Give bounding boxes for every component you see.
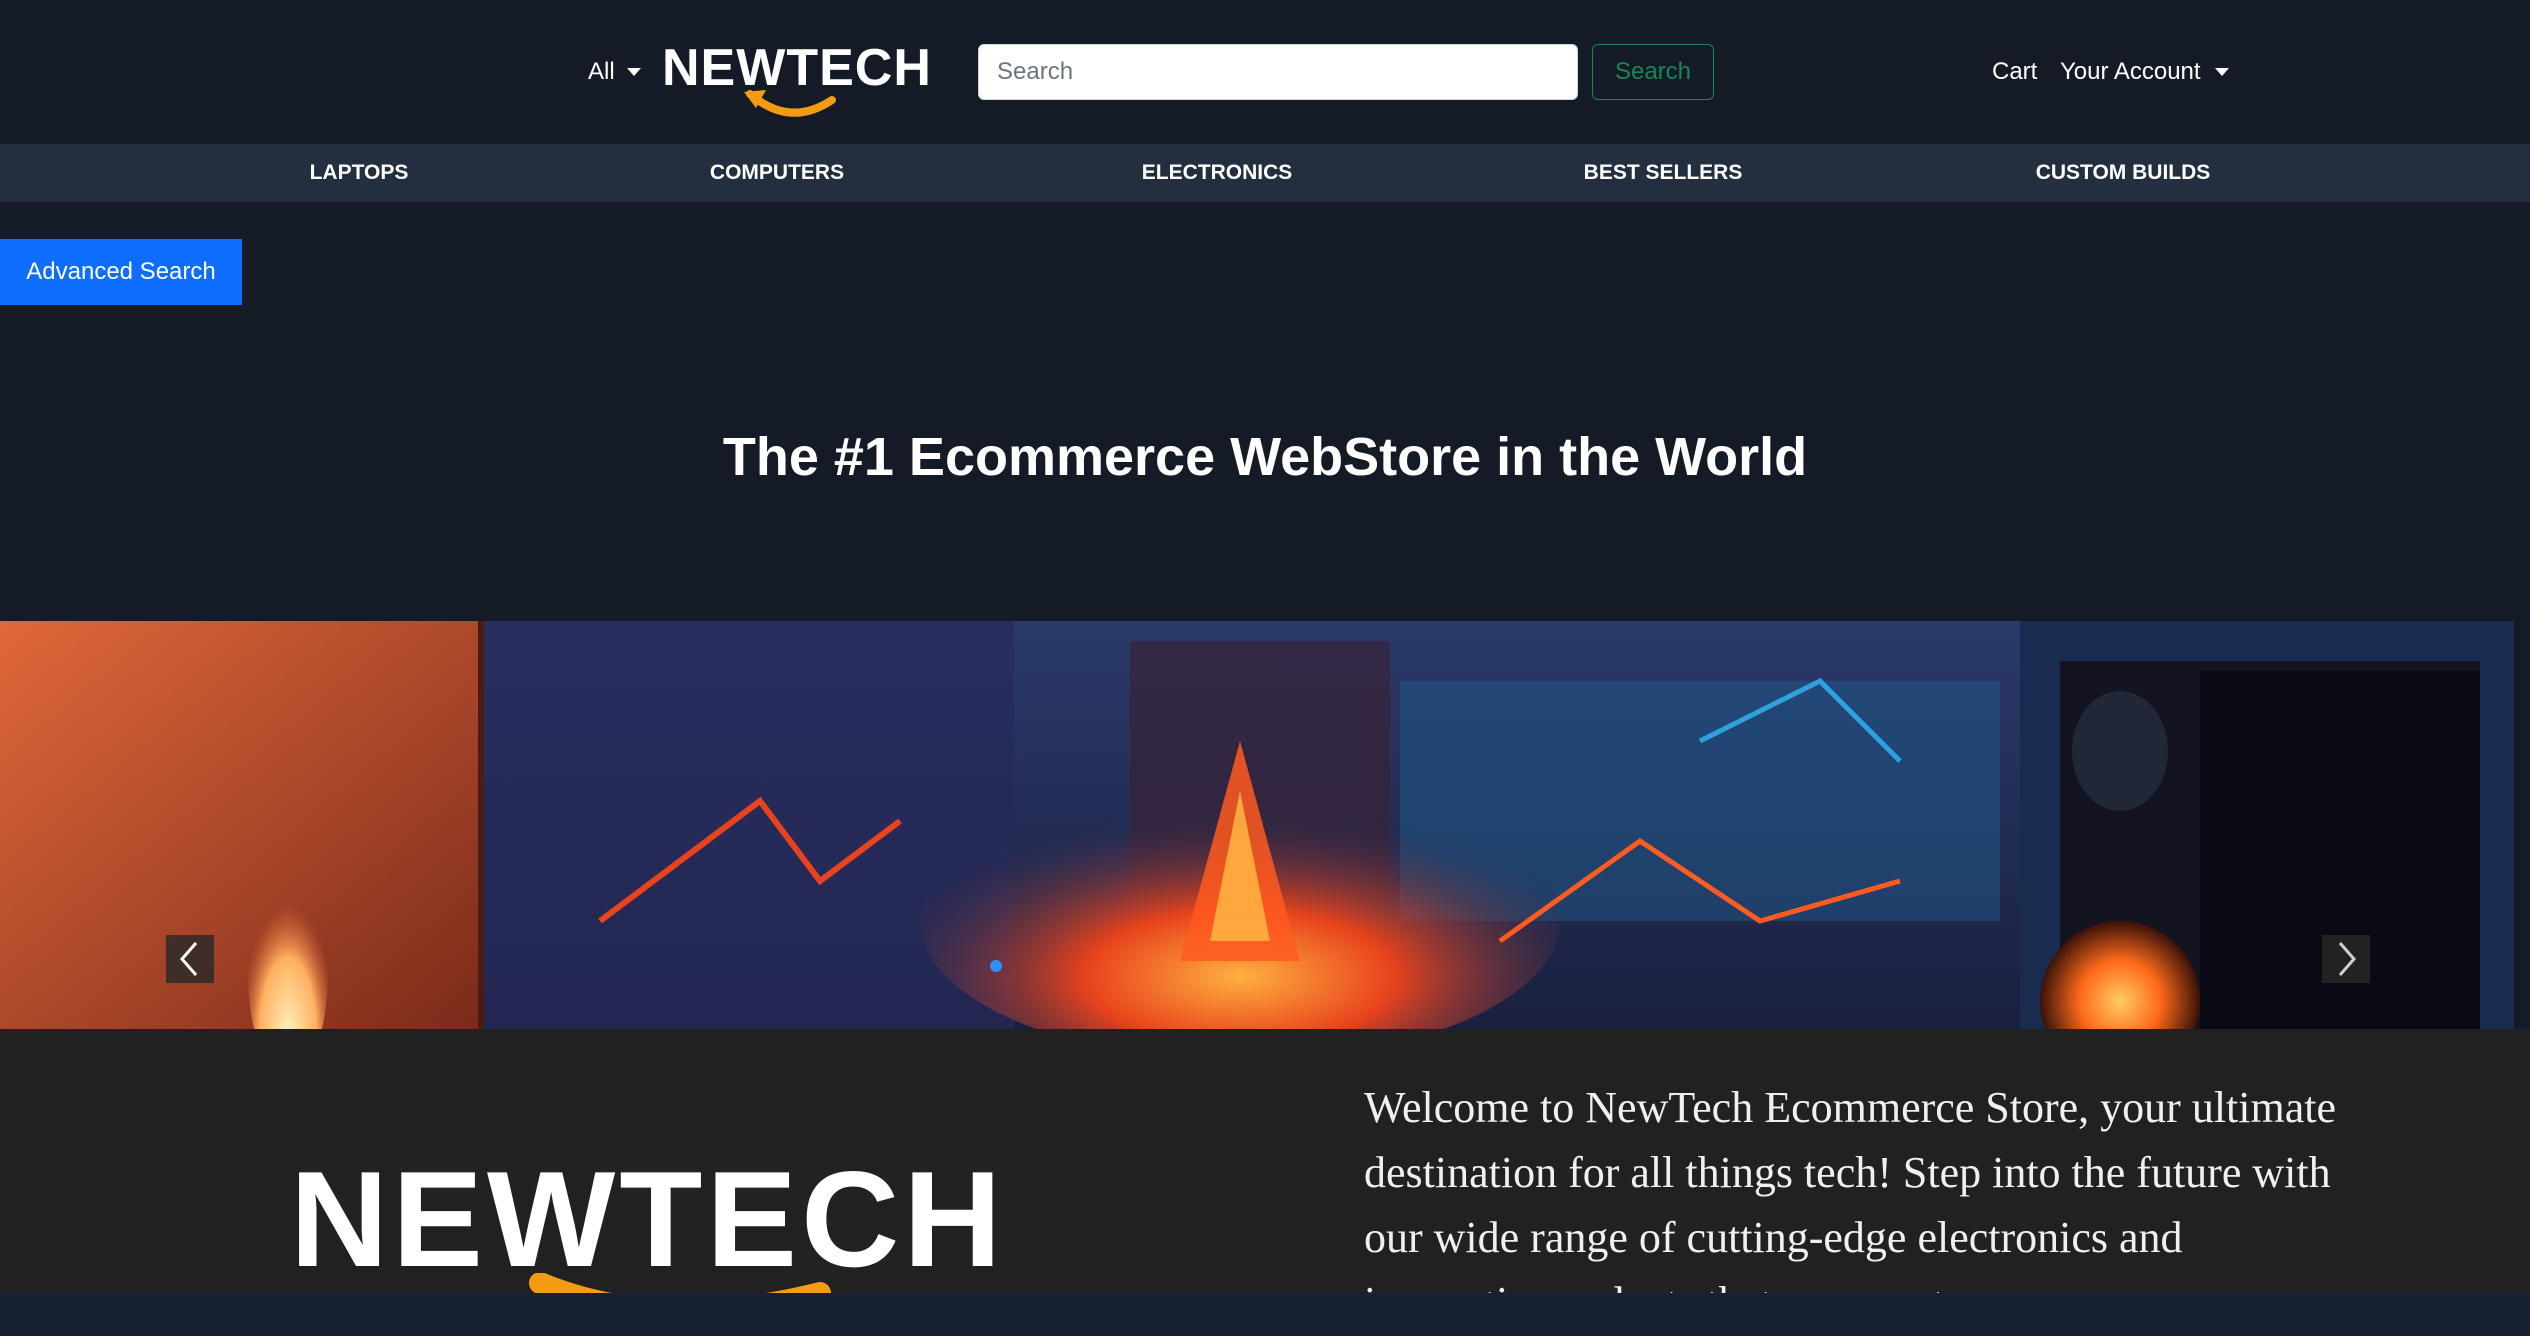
- search-button[interactable]: Search: [1592, 44, 1714, 100]
- category-dropdown-label: All: [588, 58, 615, 85]
- caret-down-icon: [2214, 68, 2229, 76]
- nav-item-best-sellers[interactable]: BEST SELLERS: [1584, 144, 1743, 202]
- welcome-text: Welcome to NewTech Ecommerce Store, your…: [1364, 1083, 2337, 1293]
- about-section: NEWTECH Welcome to NewTech Ecommerce Sto…: [0, 1029, 2530, 1293]
- logo-smile-icon: [744, 90, 836, 117]
- chevron-right-icon: [2338, 942, 2356, 976]
- bottom-strip: [0, 1293, 2530, 1336]
- category-dropdown[interactable]: All: [588, 58, 641, 86]
- carousel-slide-image: [0, 621, 2514, 1029]
- account-dropdown[interactable]: Your Account: [2060, 58, 2229, 86]
- logo-smile-icon: [529, 1273, 831, 1293]
- about-logo-wordmark: NEWTECH: [290, 1143, 1006, 1293]
- carousel-next-button[interactable]: [2322, 935, 2370, 983]
- nav-item-electronics[interactable]: ELECTRONICS: [1142, 144, 1293, 202]
- carousel-prev-button[interactable]: [166, 935, 214, 983]
- site-logo[interactable]: NEWTECH: [662, 36, 931, 128]
- chevron-left-icon: [180, 942, 198, 976]
- caret-down-icon: [626, 68, 641, 76]
- account-dropdown-label: Your Account: [2060, 58, 2201, 85]
- top-header: All NEWTECH Search Cart Your Account: [0, 0, 2530, 144]
- search-input[interactable]: [978, 44, 1578, 100]
- nav-item-laptops[interactable]: LAPTOPS: [310, 144, 409, 202]
- nav-item-custom-builds[interactable]: CUSTOM BUILDS: [2036, 144, 2211, 202]
- image-carousel[interactable]: [0, 621, 2514, 1029]
- category-nav: LAPTOPS COMPUTERS ELECTRONICS BEST SELLE…: [0, 144, 2530, 202]
- about-logo: NEWTECH: [290, 1149, 1050, 1293]
- nav-item-computers[interactable]: COMPUTERS: [710, 144, 844, 202]
- page-title: The #1 Ecommerce WebStore in the World: [722, 427, 1808, 487]
- cart-link[interactable]: Cart: [1992, 58, 2037, 86]
- advanced-search-button[interactable]: Advanced Search: [0, 239, 242, 305]
